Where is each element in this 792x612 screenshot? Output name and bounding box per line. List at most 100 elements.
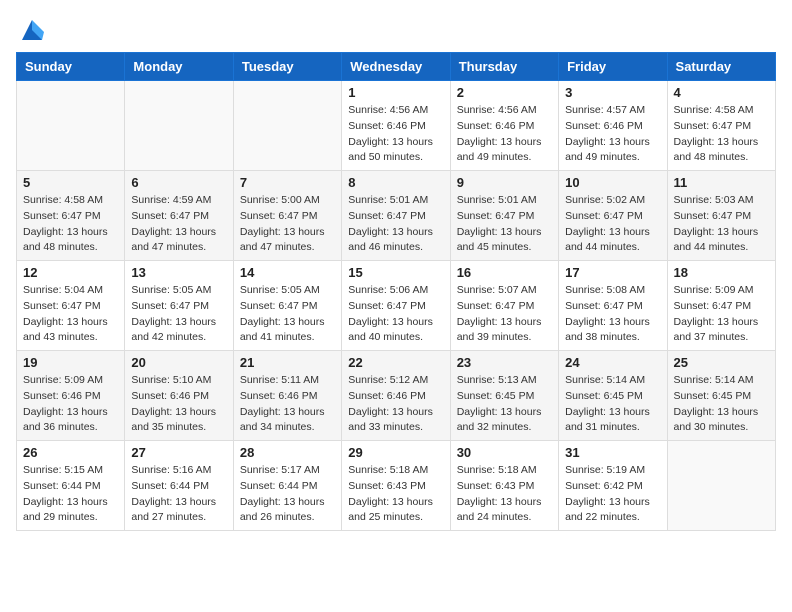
day-cell: 9 Sunrise: 5:01 AMSunset: 6:47 PMDaylight… — [450, 171, 558, 261]
day-cell: 24 Sunrise: 5:14 AMSunset: 6:45 PMDayligh… — [559, 351, 667, 441]
weekday-header-thursday: Thursday — [450, 53, 558, 81]
day-cell: 13Sunrise: 5:05 AMSunset: 6:47 PMDayligh… — [125, 261, 233, 351]
day-info: Sunrise: 4:59 AMSunset: 6:47 PMDaylight:… — [131, 193, 226, 256]
day-cell — [125, 81, 233, 171]
day-cell: 7 Sunrise: 5:00 AMSunset: 6:47 PMDaylight… — [233, 171, 341, 261]
day-info: Sunrise: 5:07 AMSunset: 6:47 PMDaylight:… — [457, 283, 552, 346]
week-row-5: 26 Sunrise: 5:15 AMSunset: 6:44 PMDayligh… — [17, 441, 776, 531]
day-cell: 21 Sunrise: 5:11 AMSunset: 6:46 PMDayligh… — [233, 351, 341, 441]
day-info: Sunrise: 5:14 AMSunset: 6:45 PMDaylight:… — [565, 373, 660, 436]
day-cell: 1 Sunrise: 4:56 AMSunset: 6:46 PMDaylight… — [342, 81, 450, 171]
logo — [16, 16, 46, 44]
day-info: Sunrise: 5:18 AMSunset: 6:43 PMDaylight:… — [348, 463, 443, 526]
day-info: Sunrise: 5:16 AMSunset: 6:44 PMDaylight:… — [131, 463, 226, 526]
weekday-header-friday: Friday — [559, 53, 667, 81]
day-number: 20 — [131, 355, 226, 370]
day-number: 16 — [457, 265, 552, 280]
day-cell: 17 Sunrise: 5:08 AMSunset: 6:47 PMDayligh… — [559, 261, 667, 351]
day-number: 27 — [131, 445, 226, 460]
logo-icon — [18, 16, 46, 44]
week-row-4: 19 Sunrise: 5:09 AMSunset: 6:46 PMDayligh… — [17, 351, 776, 441]
day-number: 11 — [674, 175, 769, 190]
weekday-header-wednesday: Wednesday — [342, 53, 450, 81]
day-info: Sunrise: 4:57 AMSunset: 6:46 PMDaylight:… — [565, 103, 660, 166]
day-cell: 10 Sunrise: 5:02 AMSunset: 6:47 PMDayligh… — [559, 171, 667, 261]
day-cell — [667, 441, 775, 531]
day-number: 3 — [565, 85, 660, 100]
day-cell: 14 Sunrise: 5:05 AMSunset: 6:47 PMDayligh… — [233, 261, 341, 351]
weekday-header-saturday: Saturday — [667, 53, 775, 81]
weekday-header-monday: Monday — [125, 53, 233, 81]
day-cell — [233, 81, 341, 171]
week-row-2: 5 Sunrise: 4:58 AMSunset: 6:47 PMDaylight… — [17, 171, 776, 261]
day-info: Sunrise: 5:05 AMSunset: 6:47 PMDaylight:… — [240, 283, 335, 346]
day-number: 13 — [131, 265, 226, 280]
day-number: 17 — [565, 265, 660, 280]
day-info: Sunrise: 5:17 AMSunset: 6:44 PMDaylight:… — [240, 463, 335, 526]
day-number: 10 — [565, 175, 660, 190]
day-number: 7 — [240, 175, 335, 190]
day-number: 26 — [23, 445, 118, 460]
day-number: 6 — [131, 175, 226, 190]
day-cell: 29 Sunrise: 5:18 AMSunset: 6:43 PMDayligh… — [342, 441, 450, 531]
day-info: Sunrise: 5:03 AMSunset: 6:47 PMDaylight:… — [674, 193, 769, 256]
day-number: 23 — [457, 355, 552, 370]
day-info: Sunrise: 5:11 AMSunset: 6:46 PMDaylight:… — [240, 373, 335, 436]
day-cell: 12 Sunrise: 5:04 AMSunset: 6:47 PMDayligh… — [17, 261, 125, 351]
day-number: 24 — [565, 355, 660, 370]
day-cell: 5 Sunrise: 4:58 AMSunset: 6:47 PMDaylight… — [17, 171, 125, 261]
day-number: 15 — [348, 265, 443, 280]
day-cell: 15 Sunrise: 5:06 AMSunset: 6:47 PMDayligh… — [342, 261, 450, 351]
day-cell: 2Sunrise: 4:56 AMSunset: 6:46 PMDaylight… — [450, 81, 558, 171]
day-info: Sunrise: 5:12 AMSunset: 6:46 PMDaylight:… — [348, 373, 443, 436]
day-info: Sunrise: 4:58 AMSunset: 6:47 PMDaylight:… — [674, 103, 769, 166]
day-cell: 4 Sunrise: 4:58 AMSunset: 6:47 PMDaylight… — [667, 81, 775, 171]
weekday-header-sunday: Sunday — [17, 53, 125, 81]
day-cell: 22 Sunrise: 5:12 AMSunset: 6:46 PMDayligh… — [342, 351, 450, 441]
day-cell: 27 Sunrise: 5:16 AMSunset: 6:44 PMDayligh… — [125, 441, 233, 531]
day-info: Sunrise: 5:13 AMSunset: 6:45 PMDaylight:… — [457, 373, 552, 436]
day-info: Sunrise: 4:56 AMSunset: 6:46 PMDaylight:… — [348, 103, 443, 166]
day-info: Sunrise: 5:00 AMSunset: 6:47 PMDaylight:… — [240, 193, 335, 256]
week-row-1: 1 Sunrise: 4:56 AMSunset: 6:46 PMDaylight… — [17, 81, 776, 171]
day-cell: 6 Sunrise: 4:59 AMSunset: 6:47 PMDaylight… — [125, 171, 233, 261]
day-number: 12 — [23, 265, 118, 280]
day-number: 8 — [348, 175, 443, 190]
day-cell: 25 Sunrise: 5:14 AMSunset: 6:45 PMDayligh… — [667, 351, 775, 441]
day-number: 25 — [674, 355, 769, 370]
day-number: 18 — [674, 265, 769, 280]
day-cell: 20 Sunrise: 5:10 AMSunset: 6:46 PMDayligh… — [125, 351, 233, 441]
day-info: Sunrise: 5:14 AMSunset: 6:45 PMDaylight:… — [674, 373, 769, 436]
day-info: Sunrise: 5:04 AMSunset: 6:47 PMDaylight:… — [23, 283, 118, 346]
day-number: 1 — [348, 85, 443, 100]
calendar-table: SundayMondayTuesdayWednesdayThursdayFrid… — [16, 52, 776, 531]
day-info: Sunrise: 5:06 AMSunset: 6:47 PMDaylight:… — [348, 283, 443, 346]
day-number: 28 — [240, 445, 335, 460]
day-cell: 19 Sunrise: 5:09 AMSunset: 6:46 PMDayligh… — [17, 351, 125, 441]
week-row-3: 12 Sunrise: 5:04 AMSunset: 6:47 PMDayligh… — [17, 261, 776, 351]
day-number: 30 — [457, 445, 552, 460]
day-cell: 16 Sunrise: 5:07 AMSunset: 6:47 PMDayligh… — [450, 261, 558, 351]
day-number: 2 — [457, 85, 552, 100]
day-info: Sunrise: 5:15 AMSunset: 6:44 PMDaylight:… — [23, 463, 118, 526]
day-number: 14 — [240, 265, 335, 280]
day-info: Sunrise: 5:09 AMSunset: 6:47 PMDaylight:… — [674, 283, 769, 346]
day-info: Sunrise: 5:10 AMSunset: 6:46 PMDaylight:… — [131, 373, 226, 436]
day-number: 21 — [240, 355, 335, 370]
day-number: 29 — [348, 445, 443, 460]
day-info: Sunrise: 5:02 AMSunset: 6:47 PMDaylight:… — [565, 193, 660, 256]
day-info: Sunrise: 5:01 AMSunset: 6:47 PMDaylight:… — [457, 193, 552, 256]
day-info: Sunrise: 4:58 AMSunset: 6:47 PMDaylight:… — [23, 193, 118, 256]
day-number: 22 — [348, 355, 443, 370]
day-info: Sunrise: 5:08 AMSunset: 6:47 PMDaylight:… — [565, 283, 660, 346]
day-info: Sunrise: 5:19 AMSunset: 6:42 PMDaylight:… — [565, 463, 660, 526]
day-cell: 28 Sunrise: 5:17 AMSunset: 6:44 PMDayligh… — [233, 441, 341, 531]
day-cell: 30 Sunrise: 5:18 AMSunset: 6:43 PMDayligh… — [450, 441, 558, 531]
day-info: Sunrise: 5:09 AMSunset: 6:46 PMDaylight:… — [23, 373, 118, 436]
day-number: 4 — [674, 85, 769, 100]
day-info: Sunrise: 5:18 AMSunset: 6:43 PMDaylight:… — [457, 463, 552, 526]
day-number: 9 — [457, 175, 552, 190]
day-number: 19 — [23, 355, 118, 370]
day-number: 5 — [23, 175, 118, 190]
day-cell: 8Sunrise: 5:01 AMSunset: 6:47 PMDaylight… — [342, 171, 450, 261]
